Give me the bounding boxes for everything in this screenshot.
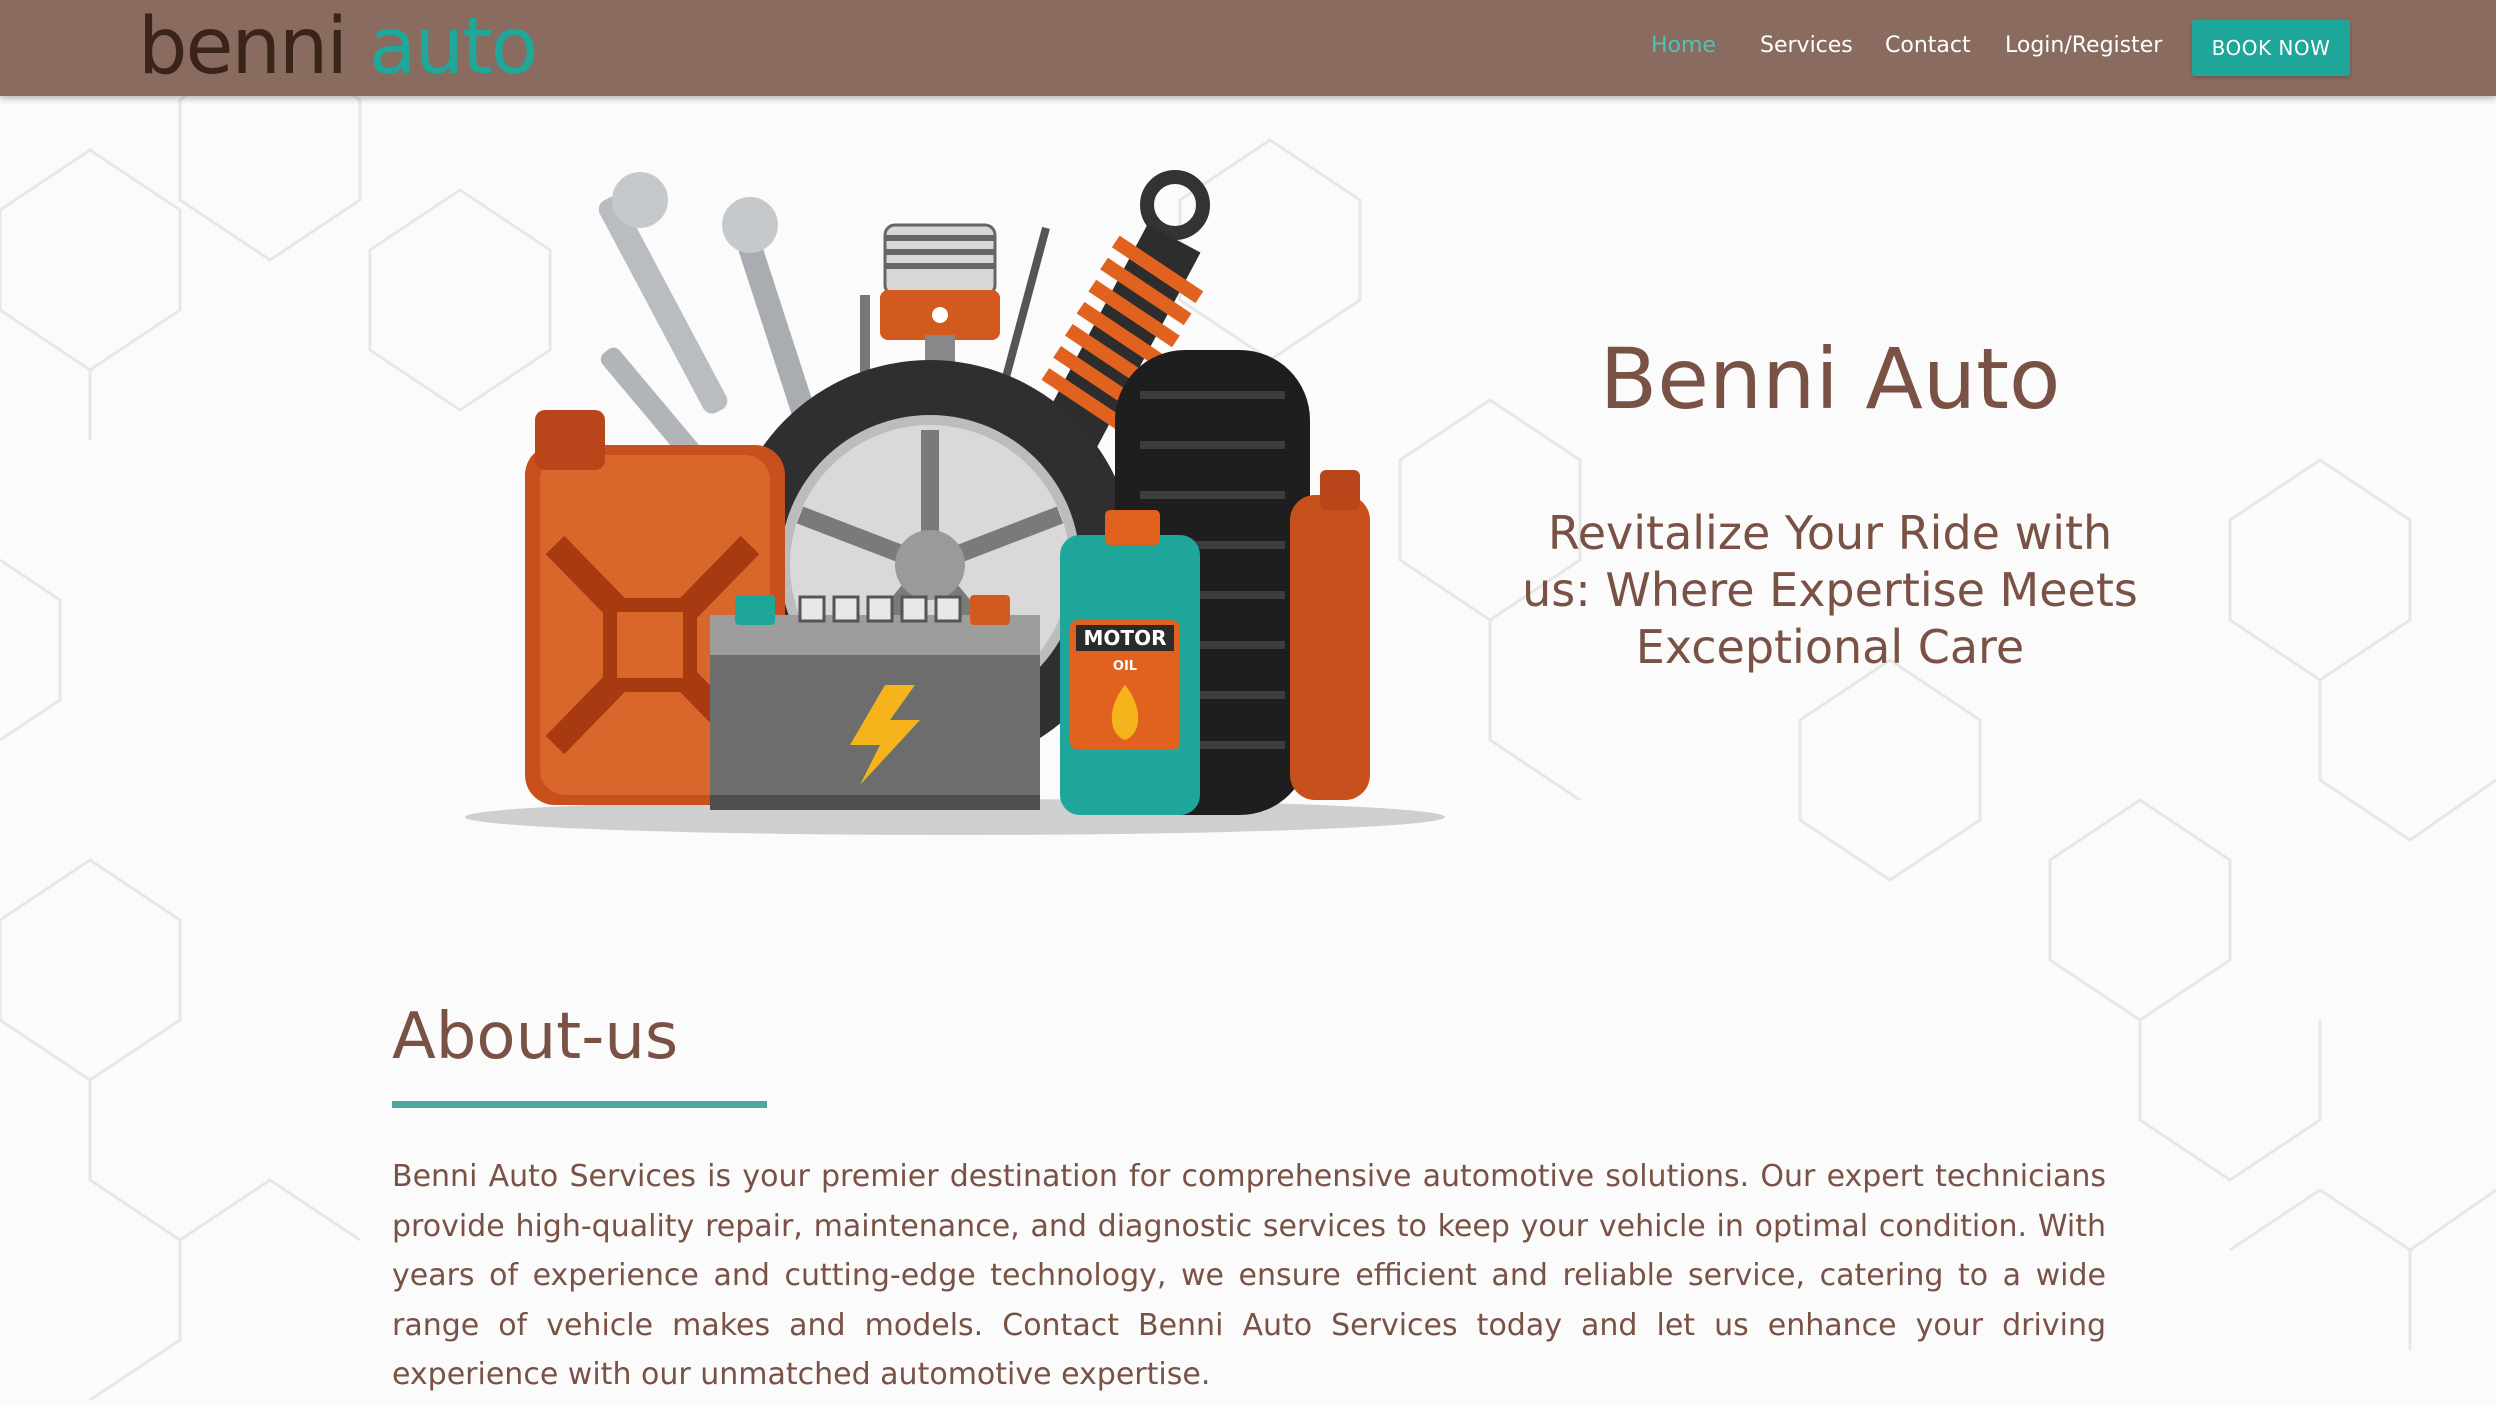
hero-title: Benni Auto xyxy=(1599,330,2061,428)
nav-contact[interactable]: Contact xyxy=(1885,33,1971,58)
about-text: Benni Auto Services is your premier dest… xyxy=(392,1159,2106,1392)
nav-services[interactable]: Services xyxy=(1760,33,1853,58)
auto-parts-illustration: MOTOR OIL xyxy=(465,170,1445,835)
logo-text-accent: auto xyxy=(368,2,539,92)
oil-label-oil: OIL xyxy=(1113,659,1137,674)
brand-logo[interactable]: benni auto xyxy=(138,6,538,88)
nav-home[interactable]: Home xyxy=(1651,33,1716,58)
site-header: benni auto Home Services Contact Login/R… xyxy=(0,0,2496,96)
oil-label-motor: MOTOR xyxy=(1084,626,1167,650)
about-underline xyxy=(392,1101,767,1108)
book-now-button[interactable]: BOOK NOW xyxy=(2192,20,2350,76)
about-title: About-us xyxy=(392,1000,679,1074)
motor-oil-icon: MOTOR OIL xyxy=(1060,510,1200,815)
fuel-can-right-icon xyxy=(1290,470,1370,800)
logo-text-main: benni xyxy=(138,2,369,92)
battery-icon xyxy=(710,595,1040,810)
hero-subtitle: Revitalize Your Ride with us: Where Expe… xyxy=(1522,506,2138,674)
nav-login-register[interactable]: Login/Register xyxy=(2005,33,2162,58)
